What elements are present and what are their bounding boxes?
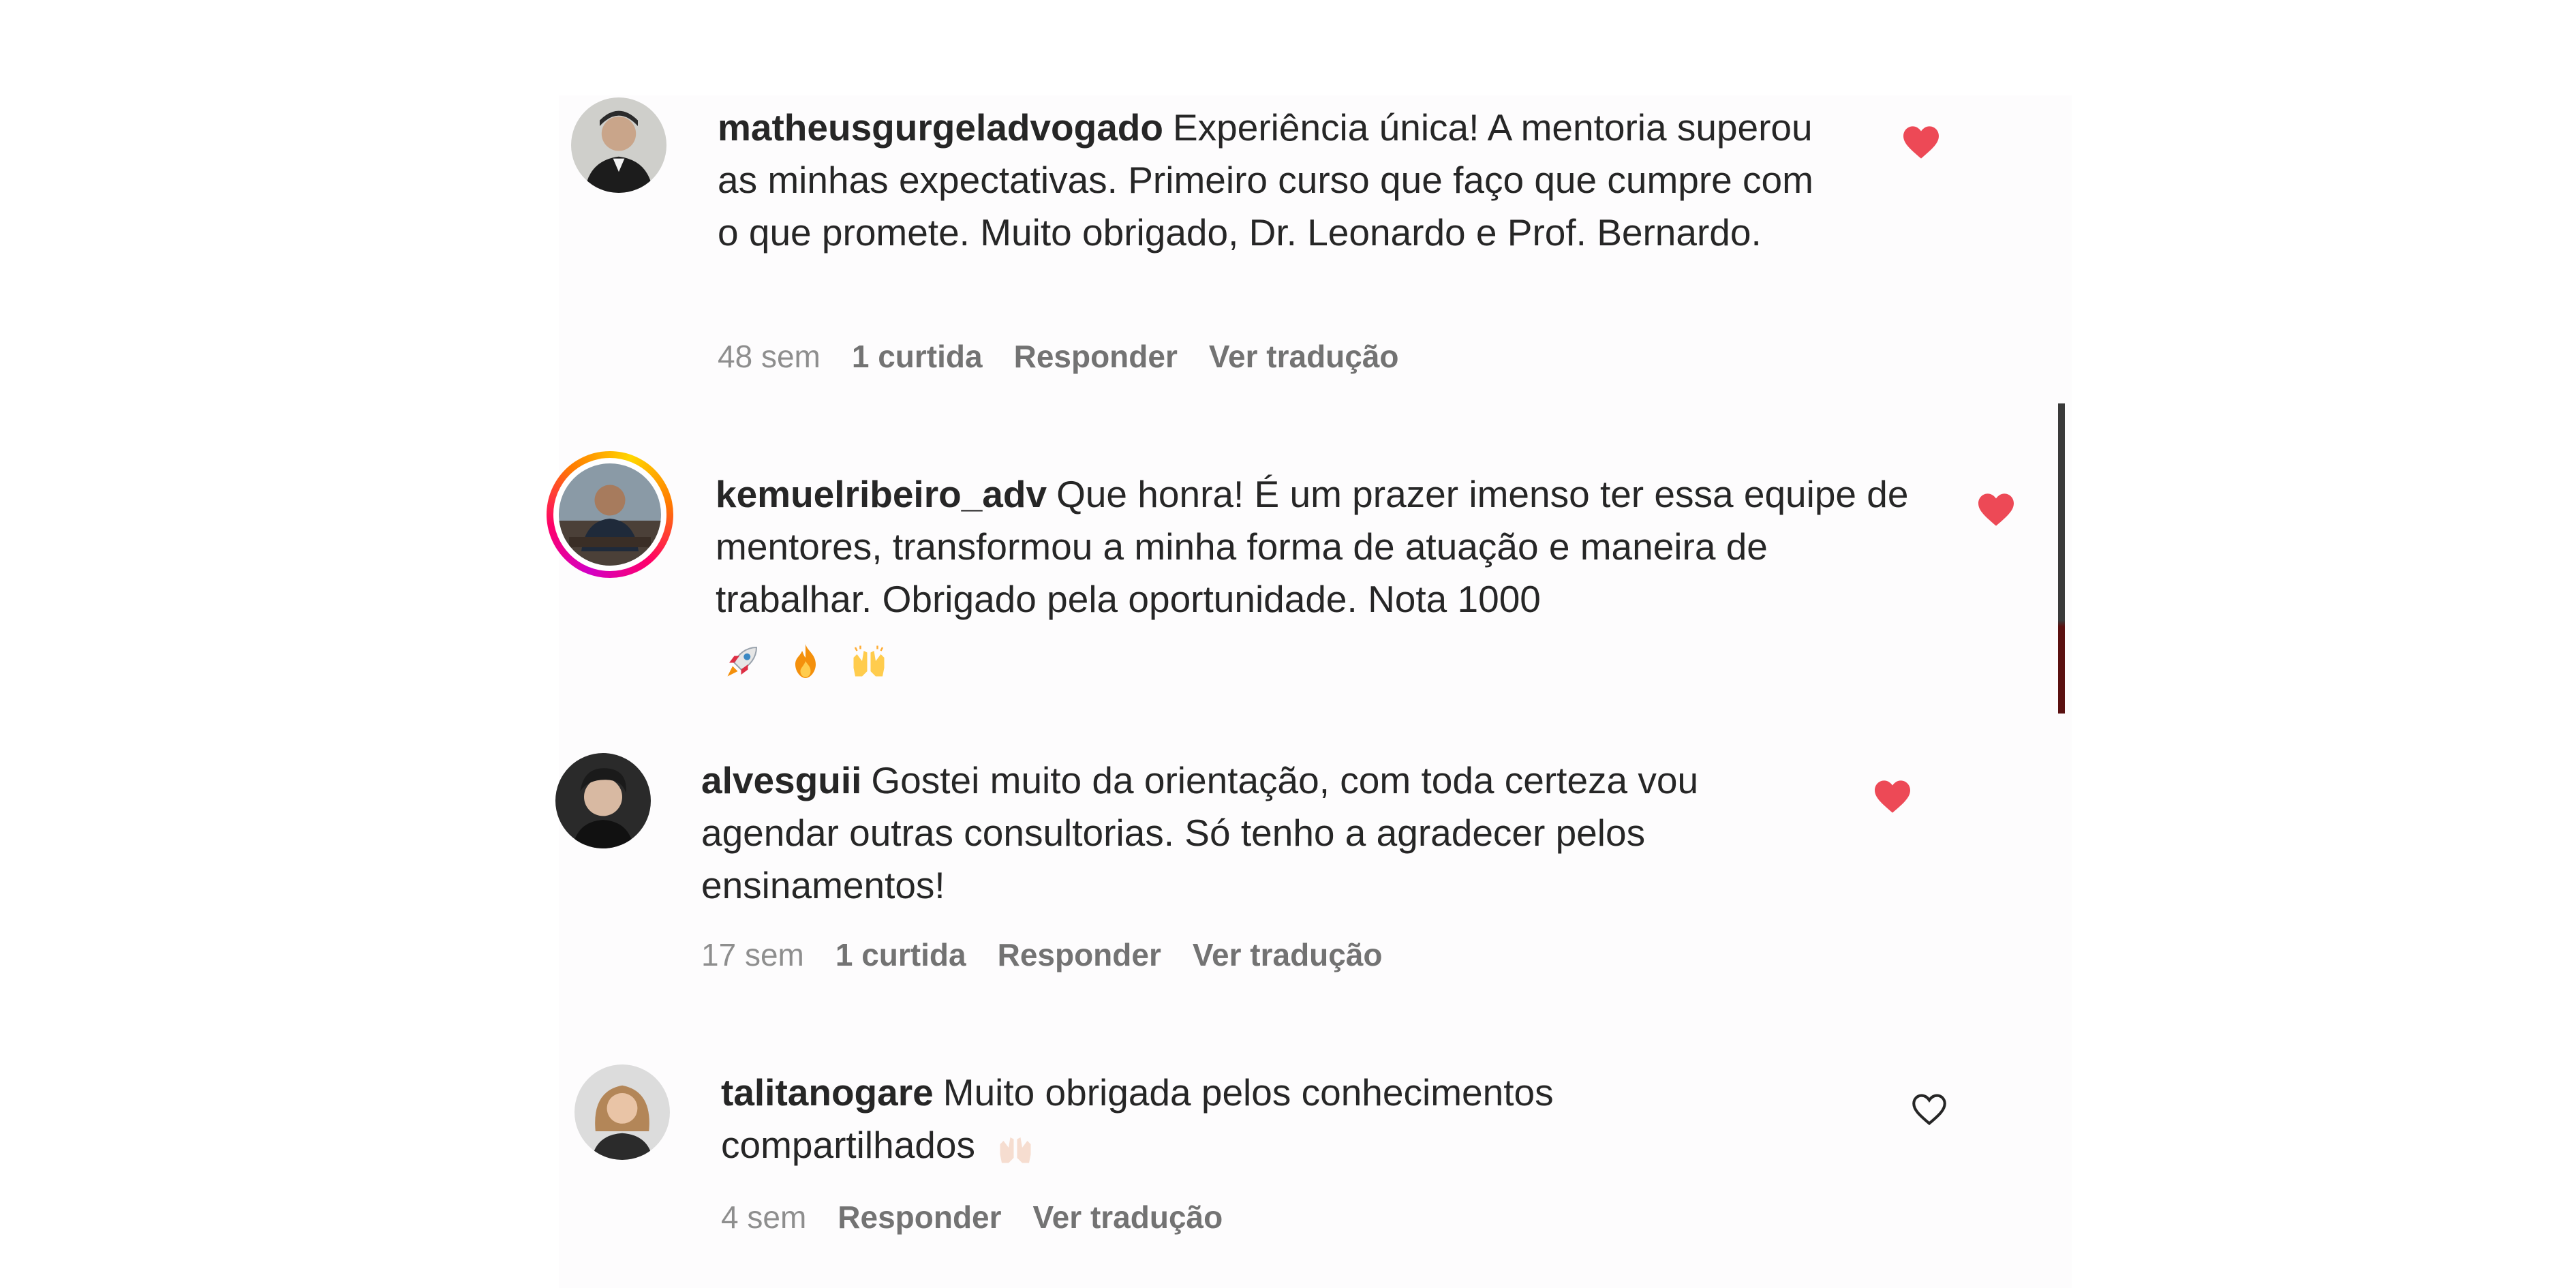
username-link[interactable]: matheusgurgeladvogado (718, 106, 1163, 149)
fire-emoji (785, 641, 826, 681)
reply-button[interactable]: Responder (998, 937, 1161, 972)
username-link[interactable]: talitanogare (721, 1071, 934, 1114)
likes-count[interactable]: 1 curtida (852, 339, 983, 374)
likes-count[interactable]: 1 curtida (835, 937, 966, 972)
heart-filled-icon[interactable] (1901, 125, 1941, 160)
avatar[interactable] (555, 753, 651, 848)
comment-text: alvesguii Gostei muito da orientação, com… (701, 754, 1819, 912)
translate-link[interactable]: Ver tradução (1193, 937, 1383, 972)
avatar[interactable] (571, 97, 666, 193)
comment-text: talitanogare Muito obrigada pelos conheci… (721, 1067, 1743, 1171)
avatar[interactable] (574, 1064, 670, 1160)
reply-button[interactable]: Responder (838, 1199, 1001, 1235)
comment-meta: 17 sem 1 curtida Responder Ver tradução (701, 936, 1414, 974)
emoji-row (722, 641, 908, 684)
translate-link[interactable]: Ver tradução (1209, 339, 1399, 374)
raising-hands-light-emoji (995, 1127, 1036, 1168)
timestamp[interactable]: 48 sem (718, 339, 821, 374)
comment-meta: 48 sem 1 curtida Responder Ver tradução (718, 337, 1430, 375)
reply-button[interactable]: Responder (1014, 339, 1178, 374)
heart-outline-icon[interactable] (1910, 1092, 1948, 1126)
timestamp[interactable]: 17 sem (701, 937, 804, 972)
heart-filled-icon[interactable] (1873, 779, 1912, 814)
comment-meta: 4 sem Responder Ver tradução (721, 1198, 1254, 1236)
username-link[interactable]: alvesguii (701, 759, 861, 801)
translate-link[interactable]: Ver tradução (1033, 1199, 1223, 1235)
comment-text: kemuelribeiro_adv Que honra! É um prazer … (716, 468, 1929, 626)
username-link[interactable]: kemuelribeiro_adv (716, 473, 1047, 515)
scrollbar[interactable] (2058, 403, 2065, 714)
avatar[interactable] (559, 463, 661, 566)
comment-text: matheusgurgeladvogado Experiência única! … (718, 102, 1835, 259)
timestamp[interactable]: 4 sem (721, 1199, 806, 1235)
raising-hands-emoji (848, 641, 889, 681)
heart-filled-icon[interactable] (1976, 492, 2016, 527)
rocket-emoji (722, 641, 763, 681)
